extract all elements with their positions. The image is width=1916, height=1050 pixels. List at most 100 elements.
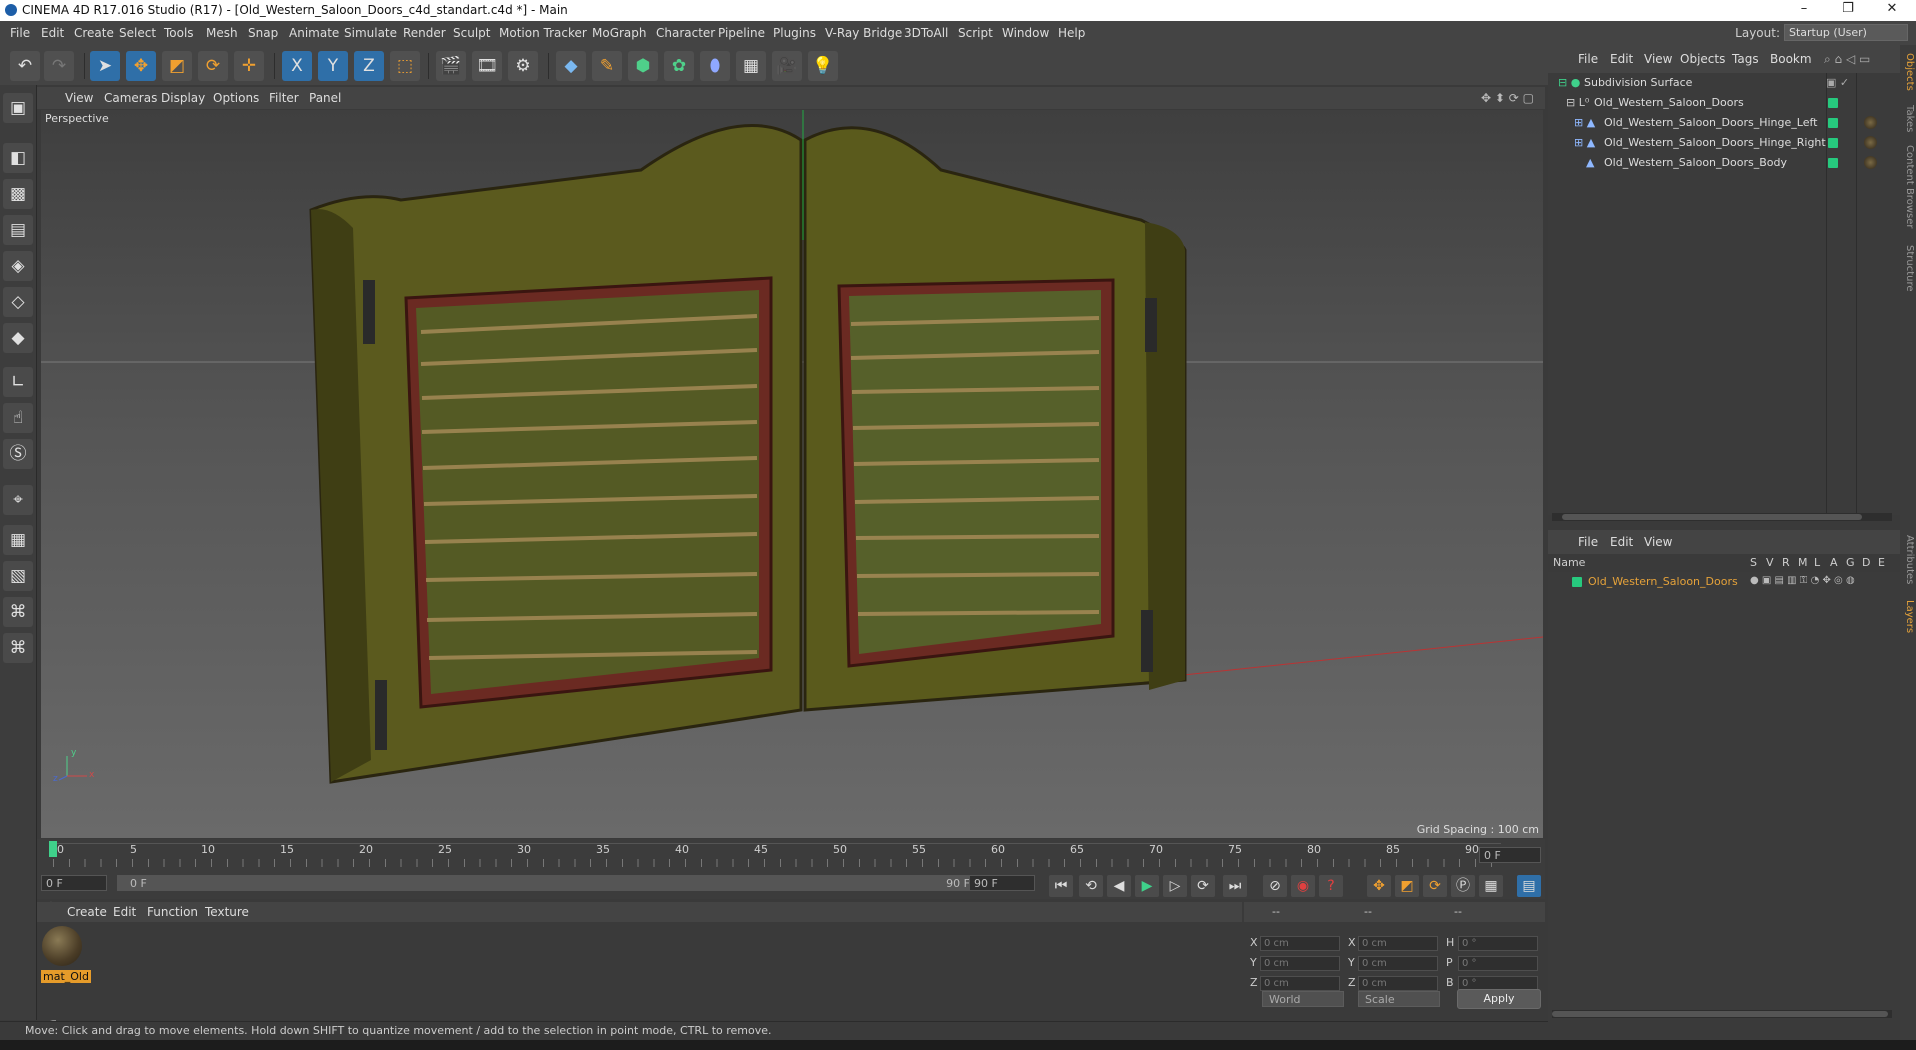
scale-icon[interactable]: ◩ bbox=[162, 51, 192, 81]
viewport-menu-panel[interactable]: Panel bbox=[309, 91, 341, 105]
previous-key-icon[interactable]: ⟲ bbox=[1079, 875, 1103, 897]
material-menu-create[interactable]: Create bbox=[67, 905, 107, 919]
world-coord-icon[interactable]: ⬚ bbox=[390, 51, 420, 81]
layer-name[interactable]: Old_Western_Saloon_Doors bbox=[1588, 575, 1738, 588]
3d-viewport[interactable]: Perspective y x z Grid Spacing : 100 cm bbox=[41, 110, 1543, 838]
deformer-icon[interactable]: ⬮ bbox=[700, 51, 730, 81]
layer-color-swatch[interactable] bbox=[1828, 138, 1838, 148]
object-menu-tags[interactable]: Tags bbox=[1732, 52, 1759, 66]
apply-button[interactable]: Apply bbox=[1457, 989, 1541, 1009]
menu-character[interactable]: Character bbox=[656, 26, 715, 40]
current-frame-field[interactable]: 0 F bbox=[1479, 847, 1541, 863]
menu-3dtoall[interactable]: 3DToAll bbox=[904, 26, 948, 40]
move-icon[interactable]: ✥ bbox=[126, 51, 156, 81]
menu-plugins[interactable]: Plugins bbox=[773, 26, 816, 40]
size-z-field[interactable]: 0 cm bbox=[1358, 976, 1438, 991]
key-pla-icon[interactable]: ▦ bbox=[1479, 875, 1503, 897]
key-rotate-icon[interactable]: ⟳ bbox=[1423, 875, 1447, 897]
go-to-start-icon[interactable]: ⏮ bbox=[1049, 875, 1073, 897]
axis-mode-icon[interactable]: ∟ bbox=[3, 367, 33, 397]
material-tag-icon[interactable] bbox=[1864, 136, 1877, 149]
object-name[interactable]: Old_Western_Saloon_Doors_Hinge_Left bbox=[1604, 116, 1817, 129]
horizontal-scrollbar[interactable] bbox=[1552, 1010, 1892, 1018]
play-icon[interactable]: ▶ bbox=[1135, 875, 1159, 897]
object-menu-edit[interactable]: Edit bbox=[1610, 52, 1633, 66]
size-y-field[interactable]: 0 cm bbox=[1358, 956, 1438, 971]
menu-mesh[interactable]: Mesh bbox=[206, 26, 238, 40]
cloner-icon[interactable]: ✿ bbox=[664, 51, 694, 81]
viewport-menu-display[interactable]: Display bbox=[161, 91, 205, 105]
coordinate-system-dropdown[interactable]: World bbox=[1262, 991, 1344, 1007]
redo-icon[interactable]: ↷ bbox=[44, 51, 74, 81]
material-menu-texture[interactable]: Texture bbox=[205, 905, 249, 919]
material-menu-function[interactable]: Function bbox=[147, 905, 198, 919]
model-mode-icon[interactable]: ◧ bbox=[3, 143, 33, 173]
key-move-icon[interactable]: ✥ bbox=[1367, 875, 1391, 897]
z-axis-icon[interactable]: Z bbox=[354, 51, 384, 81]
rotation-p-field[interactable]: 0 ° bbox=[1458, 956, 1538, 971]
solo-mode-icon[interactable]: Ⓢ bbox=[3, 439, 33, 469]
record-disabled-icon[interactable]: ⊘ bbox=[1263, 875, 1287, 897]
object-name[interactable]: Old_Western_Saloon_Doors_Body bbox=[1604, 156, 1787, 169]
layer-menu-view[interactable]: View bbox=[1644, 535, 1672, 549]
layer-color-swatch[interactable] bbox=[1572, 577, 1582, 587]
menu-create[interactable]: Create bbox=[74, 26, 114, 40]
previous-frame-icon[interactable]: ◀ bbox=[1107, 875, 1131, 897]
rotation-h-field[interactable]: 0 ° bbox=[1458, 936, 1538, 951]
horizontal-scrollbar[interactable] bbox=[1552, 513, 1892, 521]
viewport-menu-options[interactable]: Options bbox=[213, 91, 259, 105]
tree-row[interactable]: ⊟ ● Subdivision Surface ▣ ✓ bbox=[1548, 73, 1900, 93]
material-thumbnail[interactable] bbox=[42, 926, 82, 966]
workplane-icon[interactable]: ▤ bbox=[3, 215, 33, 245]
tweak-mode-icon[interactable]: ☝ bbox=[3, 403, 33, 433]
viewport-menu-filter[interactable]: Filter bbox=[269, 91, 299, 105]
undo-icon[interactable]: ↶ bbox=[10, 51, 40, 81]
playhead[interactable] bbox=[49, 841, 57, 857]
size-x-field[interactable]: 0 cm bbox=[1358, 936, 1438, 951]
subdivision-icon[interactable]: ⬢ bbox=[628, 51, 658, 81]
close-button[interactable]: ✕ bbox=[1874, 1, 1910, 19]
menu-snap[interactable]: Snap bbox=[248, 26, 278, 40]
render-settings-icon[interactable]: ⚙ bbox=[508, 51, 538, 81]
layer-color-swatch[interactable] bbox=[1828, 118, 1838, 128]
tab-takes[interactable]: Takes bbox=[1901, 105, 1915, 132]
layer-color-swatch[interactable] bbox=[1828, 158, 1838, 168]
autokey-icon[interactable]: ? bbox=[1319, 875, 1343, 897]
select-pointer-icon[interactable]: ➤ bbox=[90, 51, 120, 81]
y-axis-icon[interactable]: Y bbox=[318, 51, 348, 81]
object-menu-view[interactable]: View bbox=[1644, 52, 1672, 66]
layer-flags-icons[interactable]: ● ▣ ▤ ▥ ⚿ ◔ ✥ ◎ ◍ bbox=[1750, 575, 1855, 586]
material-name[interactable]: mat_Old bbox=[41, 970, 91, 983]
python-icon[interactable]: ⌘ bbox=[3, 597, 33, 627]
rotate-icon[interactable]: ⟳ bbox=[198, 51, 228, 81]
start-frame-field[interactable]: 0 F bbox=[41, 875, 107, 891]
next-key-icon[interactable]: ⟳ bbox=[1191, 875, 1215, 897]
menu-sculpt[interactable]: Sculpt bbox=[453, 26, 490, 40]
tab-structure[interactable]: Structure bbox=[1901, 245, 1915, 292]
timeline-ruler[interactable]: 0 5 10 15 20 25 30 35 40 45 50 55 60 65 … bbox=[37, 839, 1545, 871]
edges-mode-icon[interactable]: ◇ bbox=[3, 287, 33, 317]
menu-script[interactable]: Script bbox=[958, 26, 993, 40]
tab-layers[interactable]: Layers bbox=[1901, 600, 1915, 633]
layout-select[interactable]: Startup (User) bbox=[1784, 24, 1908, 41]
go-to-end-icon[interactable]: ⏭ bbox=[1223, 875, 1247, 897]
key-param-icon[interactable]: Ⓟ bbox=[1451, 875, 1475, 897]
layer-menu-file[interactable]: File bbox=[1578, 535, 1598, 549]
next-frame-icon[interactable]: ▷ bbox=[1163, 875, 1187, 897]
texture-mode-icon[interactable]: ▩ bbox=[3, 179, 33, 209]
key-scale-icon[interactable]: ◩ bbox=[1395, 875, 1419, 897]
layer-menu-edit[interactable]: Edit bbox=[1610, 535, 1633, 549]
viewport-menu-view[interactable]: View bbox=[65, 91, 93, 105]
menu-motion-tracker[interactable]: Motion Tracker bbox=[499, 26, 587, 40]
tree-row[interactable]: ⊞ ▲ Old_Western_Saloon_Doors_Hinge_Left bbox=[1548, 113, 1900, 133]
menu-mograph[interactable]: MoGraph bbox=[592, 26, 647, 40]
record-icon[interactable]: ◉ bbox=[1291, 875, 1315, 897]
timeline-window-icon[interactable]: ▤ bbox=[1517, 875, 1541, 897]
menu-file[interactable]: File bbox=[10, 26, 30, 40]
menu-animate[interactable]: Animate bbox=[289, 26, 339, 40]
menu-edit[interactable]: Edit bbox=[41, 26, 64, 40]
make-editable-icon[interactable]: ▣ bbox=[3, 93, 33, 123]
material-tag-icon[interactable] bbox=[1864, 116, 1877, 129]
tab-content-browser[interactable]: Content Browser bbox=[1901, 145, 1915, 228]
menu-render[interactable]: Render bbox=[403, 26, 446, 40]
